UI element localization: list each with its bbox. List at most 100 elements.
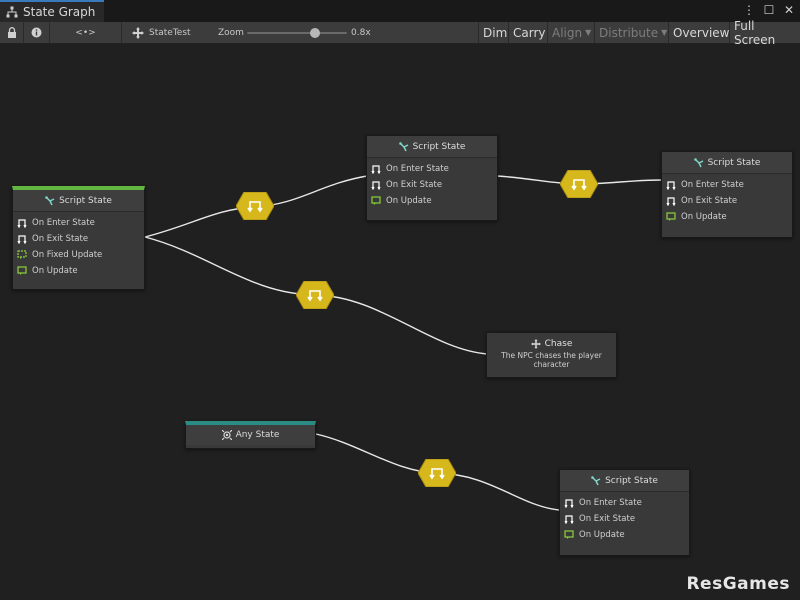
state-graph-icon xyxy=(6,6,18,18)
enter-state-icon xyxy=(564,499,574,508)
node-title: Any State xyxy=(235,430,280,440)
graph-toolbar: <•> StateTest Zoom 0.8x Dim Carry Align … xyxy=(0,19,800,47)
tab-state-graph[interactable]: State Graph xyxy=(0,0,104,22)
exit-state-icon xyxy=(17,235,27,244)
script-state-icon xyxy=(693,157,703,167)
more-options-icon[interactable]: ⋮ xyxy=(742,3,756,17)
node-title: Script State xyxy=(59,195,112,206)
info-icon xyxy=(31,27,42,38)
node-header: Script State xyxy=(662,152,792,174)
chevron-down-icon: ▼ xyxy=(661,28,668,37)
any-state-icon xyxy=(221,430,232,440)
script-state-node-start[interactable]: Script State On Enter State On Exit Stat… xyxy=(12,186,145,290)
node-title: Script State xyxy=(605,475,658,486)
window-tab-bar: State Graph ⋮ ☐ ✕ xyxy=(0,0,800,22)
graph-selector[interactable]: StateTest xyxy=(132,22,191,43)
node-header: Script State xyxy=(560,470,689,492)
event-row-exit[interactable]: On Exit State xyxy=(564,511,685,527)
code-nav-icon: <•> xyxy=(75,27,96,38)
enter-state-icon xyxy=(666,181,676,190)
navigate-button[interactable]: <•> xyxy=(50,22,122,43)
event-row-enter[interactable]: On Enter State xyxy=(666,177,788,193)
event-label: On Exit State xyxy=(32,234,89,244)
event-label: On Fixed Update xyxy=(32,250,103,260)
transition-start-top[interactable] xyxy=(236,192,274,220)
node-header: Script State xyxy=(13,190,144,212)
event-row-update[interactable]: On Update xyxy=(564,527,685,543)
any-state-node[interactable]: Any State xyxy=(185,421,316,449)
event-row-enter[interactable]: On Enter State xyxy=(371,161,493,177)
exit-state-icon xyxy=(666,197,676,206)
event-row-update[interactable]: On Update xyxy=(17,263,140,279)
script-state-node-bottom[interactable]: Script State On Enter State On Exit Stat… xyxy=(559,469,690,556)
info-button[interactable] xyxy=(24,22,50,43)
distribute-dropdown[interactable]: Distribute ▼ xyxy=(594,22,671,43)
event-label: On Exit State xyxy=(579,514,636,524)
script-state-icon xyxy=(591,475,601,485)
distribute-label: Distribute xyxy=(599,25,659,40)
event-row-update[interactable]: On Update xyxy=(666,209,788,225)
watermark: ResGames xyxy=(686,574,790,594)
graph-canvas[interactable]: Script State On Enter State On Exit Stat… xyxy=(0,44,800,600)
event-label: On Update xyxy=(681,212,727,222)
node-header: Any State xyxy=(186,425,315,445)
transition-top-right[interactable] xyxy=(560,170,598,198)
event-label: On Enter State xyxy=(32,218,95,228)
full-screen-button[interactable]: Full Screen xyxy=(729,19,800,47)
node-title: Script State xyxy=(412,141,466,152)
zoom-slider-track[interactable] xyxy=(247,32,347,34)
update-icon xyxy=(564,530,574,539)
maximize-icon[interactable]: ☐ xyxy=(762,3,776,17)
node-header: Script State xyxy=(367,136,497,158)
event-label: On Enter State xyxy=(579,498,642,508)
event-label: On Exit State xyxy=(386,180,443,190)
update-icon xyxy=(17,266,27,275)
lock-button[interactable] xyxy=(0,22,24,43)
move-arrows-icon xyxy=(132,26,144,39)
enter-state-icon xyxy=(371,165,381,174)
event-label: On Exit State xyxy=(681,196,738,206)
zoom-value: 0.8x xyxy=(351,27,371,38)
fixed-update-icon xyxy=(17,250,27,259)
dim-button[interactable]: Dim xyxy=(478,22,511,43)
chase-title: Chase xyxy=(487,339,616,349)
lock-icon xyxy=(7,27,16,38)
script-state-icon xyxy=(45,195,55,205)
transition-start-chase[interactable] xyxy=(296,281,334,309)
node-title: Script State xyxy=(707,157,761,168)
overview-button[interactable]: Overview xyxy=(668,22,734,43)
event-row-enter[interactable]: On Enter State xyxy=(17,215,140,231)
exit-state-icon xyxy=(564,515,574,524)
transition-any-bottom[interactable] xyxy=(418,459,456,487)
script-state-icon xyxy=(398,141,408,151)
script-state-node-top[interactable]: Script State On Enter State On Exit Stat… xyxy=(366,135,498,221)
chevron-down-icon: ▼ xyxy=(585,28,592,37)
event-label: On Enter State xyxy=(681,180,744,190)
update-icon xyxy=(371,196,381,205)
enter-state-icon xyxy=(17,219,27,228)
event-row-exit[interactable]: On Exit State xyxy=(371,177,493,193)
chase-description: The NPC chases the player character xyxy=(501,351,602,369)
event-label: On Update xyxy=(579,530,625,540)
move-arrows-icon xyxy=(530,339,541,349)
event-row-fixed-update[interactable]: On Fixed Update xyxy=(17,247,140,263)
carry-button[interactable]: Carry xyxy=(508,22,550,43)
event-row-exit[interactable]: On Exit State xyxy=(17,231,140,247)
event-row-update[interactable]: On Update xyxy=(371,193,493,209)
align-dropdown[interactable]: Align ▼ xyxy=(547,22,595,43)
event-row-enter[interactable]: On Enter State xyxy=(564,495,685,511)
event-label: On Update xyxy=(32,266,78,276)
event-label: On Enter State xyxy=(386,164,449,174)
exit-state-icon xyxy=(371,181,381,190)
zoom-slider-handle[interactable] xyxy=(310,28,320,38)
event-label: On Update xyxy=(386,196,432,206)
chase-state-node[interactable]: Chase The NPC chases the player characte… xyxy=(486,332,617,378)
update-icon xyxy=(666,212,676,221)
graph-name: StateTest xyxy=(149,27,191,38)
zoom-label: Zoom xyxy=(218,27,244,38)
event-row-exit[interactable]: On Exit State xyxy=(666,193,788,209)
align-label: Align xyxy=(552,25,583,40)
script-state-node-right[interactable]: Script State On Enter State On Exit Stat… xyxy=(661,151,793,238)
chase-title-text: Chase xyxy=(544,339,573,349)
close-icon[interactable]: ✕ xyxy=(782,3,796,17)
